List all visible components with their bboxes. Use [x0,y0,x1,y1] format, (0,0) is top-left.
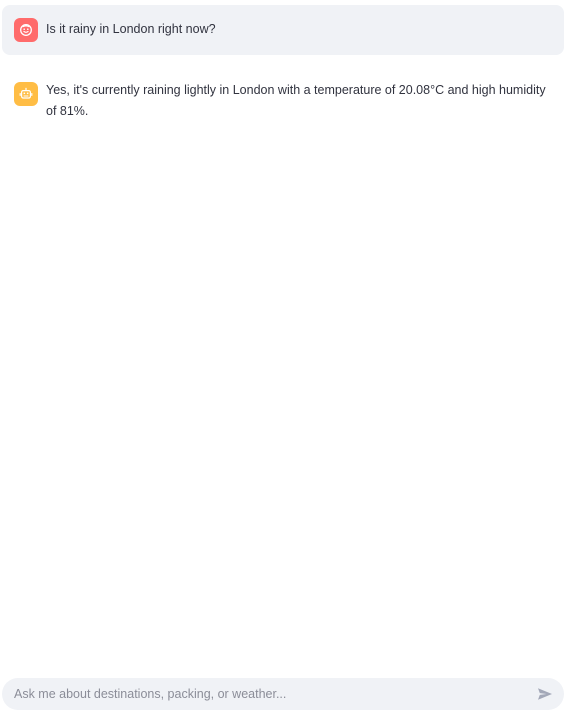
send-arrow-icon [538,688,552,700]
chat-message-text: Yes, it's currently raining lightly in L… [46,83,546,118]
assistant-avatar [14,82,38,106]
user-face-icon [20,24,32,36]
robot-icon [19,87,33,99]
chat-input-container [2,678,564,710]
chat-message-text: Is it rainy in London right now? [46,22,216,36]
user-avatar [14,18,38,42]
chat-page: Is it rainy in London right now? Yes, it… [0,0,570,717]
chat-input[interactable] [14,678,524,710]
chat-message-user: Is it rainy in London right now? [2,5,564,55]
send-button[interactable] [536,685,554,703]
